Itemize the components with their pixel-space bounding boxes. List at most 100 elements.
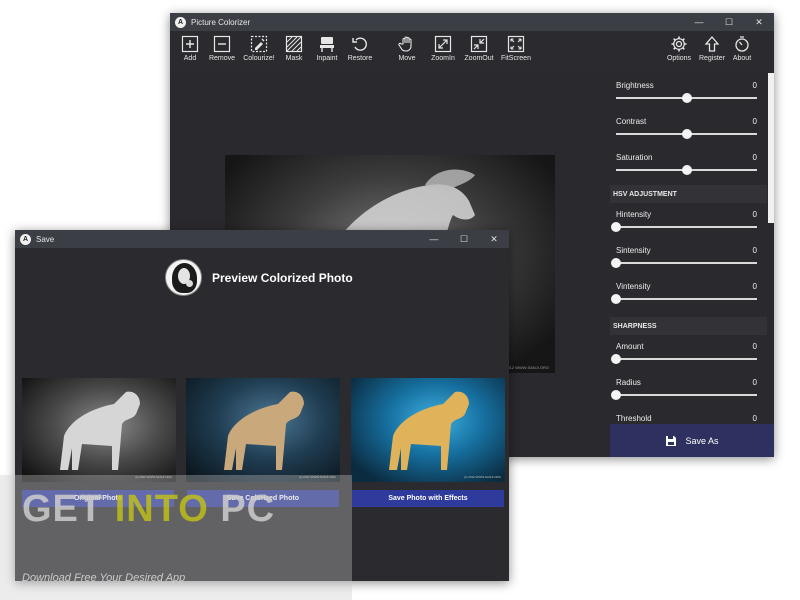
threshold-value: 0 [752, 414, 757, 423]
main-window-title: Picture Colorizer [191, 17, 251, 27]
toolbar: Add Remove Colourize! Mask Inpaint Resto… [170, 31, 774, 73]
vintensity-thumb[interactable] [611, 294, 621, 304]
mask-label: Mask [285, 55, 303, 62]
options-label: Options [666, 55, 692, 62]
brightness-slider[interactable]: Brightness 0 [616, 81, 757, 117]
panel-scrollbar[interactable] [768, 73, 774, 223]
save-maximize-button[interactable]: ☐ [449, 230, 479, 248]
horse-colorized-image [224, 391, 304, 470]
hintensity-track[interactable] [616, 226, 757, 228]
horse-effects-image [389, 391, 469, 470]
save-app-logo-icon: A [20, 233, 31, 245]
add-label: Add [183, 55, 197, 62]
sintensity-slider[interactable]: Sintensity 0 [611, 246, 757, 282]
maximize-button[interactable]: ☐ [714, 13, 744, 31]
colourize-button[interactable]: Colourize! [239, 35, 279, 62]
inpaint-label: Inpaint [316, 55, 338, 62]
hintensity-thumb[interactable] [611, 222, 621, 232]
watermark-tagline: Download Free Your Desired App [22, 572, 186, 584]
close-button[interactable]: ✕ [744, 13, 774, 31]
save-close-button[interactable]: ✕ [479, 230, 509, 248]
adjustment-panel: Brightness 0 Contrast 0 Saturation 0 HSV… [610, 73, 774, 457]
save-titlebar[interactable]: A Save — ☐ ✕ [15, 230, 509, 248]
remove-button[interactable]: Remove [202, 35, 242, 62]
colourize-label: Colourize! [243, 55, 275, 62]
amount-track[interactable] [616, 358, 757, 360]
fit-screen-button[interactable]: FitScreen [496, 35, 536, 62]
vintensity-label: Vintensity [616, 282, 651, 291]
sintensity-label: Sintensity [616, 246, 651, 255]
save-minimize-button[interactable]: — [419, 230, 449, 248]
threshold-label: Threshold [616, 414, 652, 423]
restore-label: Restore [347, 55, 373, 62]
about-icon [735, 36, 749, 52]
original-photo-thumbnail[interactable]: (c) 2012 WWW.SANJI.ORG [22, 378, 176, 482]
about-button[interactable]: About [722, 35, 762, 62]
saturation-thumb[interactable] [681, 165, 692, 175]
amount-label: Amount [616, 342, 644, 351]
preview-header: Preview Colorized Photo [165, 259, 353, 296]
thumbnail-caption: (c) 2012 WWW.SANJI.ORG [463, 475, 501, 479]
brightness-value: 0 [752, 81, 757, 90]
save-window-title: Save [36, 234, 55, 244]
contrast-slider[interactable]: Contrast 0 [616, 117, 757, 153]
vintensity-track[interactable] [616, 298, 757, 300]
colourize-icon [250, 35, 268, 53]
main-titlebar[interactable]: A Picture Colorizer — ☐ ✕ [170, 13, 774, 31]
sintensity-thumb[interactable] [611, 258, 621, 268]
save-photo-with-effects-button[interactable]: Save Photo with Effects [352, 490, 504, 507]
watermark-logo: GET INTO PC [22, 488, 275, 531]
amount-slider[interactable]: Amount 0 [611, 342, 757, 378]
restore-icon [352, 37, 367, 51]
sintensity-track[interactable] [616, 262, 757, 264]
avatar [165, 259, 202, 296]
hintensity-value: 0 [752, 210, 757, 219]
zoom-out-icon [470, 35, 488, 53]
fit-screen-icon [507, 35, 525, 53]
register-icon [704, 36, 720, 52]
minimize-button[interactable]: — [684, 13, 714, 31]
watermark-into: INTO [114, 488, 209, 530]
radius-slider[interactable]: Radius 0 [611, 378, 757, 414]
brightness-thumb[interactable] [681, 93, 692, 103]
saturation-label: Saturation [616, 153, 653, 162]
watermark-get: GET [22, 488, 115, 530]
vintensity-value: 0 [752, 282, 757, 291]
contrast-thumb[interactable] [681, 129, 692, 139]
radius-value: 0 [752, 378, 757, 387]
gear-icon [671, 36, 687, 52]
add-icon [181, 35, 199, 53]
preview-title: Preview Colorized Photo [212, 270, 353, 285]
save-as-button[interactable]: Save As [610, 424, 774, 457]
saturation-value: 0 [752, 153, 757, 162]
amount-thumb[interactable] [611, 354, 621, 364]
zoom-in-label: ZoomIn [431, 55, 455, 62]
radius-track[interactable] [616, 394, 757, 396]
contrast-label: Contrast [616, 117, 647, 126]
hintensity-slider[interactable]: Hintensity 0 [611, 210, 757, 246]
move-label: Move [398, 55, 416, 62]
inpaint-icon [320, 37, 334, 52]
hintensity-label: Hintensity [616, 210, 652, 219]
zoom-in-button[interactable]: ZoomIn [423, 35, 463, 62]
hsv-adjustment-header: HSV ADJUSTMENT [610, 185, 767, 203]
colorized-photo-thumbnail[interactable]: (c) 2012 WWW.SANJI.ORG [186, 378, 340, 482]
save-as-label: Save As [685, 435, 719, 446]
restore-button[interactable]: Restore [340, 35, 380, 62]
sintensity-value: 0 [752, 246, 757, 255]
remove-label: Remove [208, 55, 236, 62]
zoom-in-icon [434, 35, 452, 53]
app-logo-icon: A [175, 16, 186, 28]
move-button[interactable]: Move [387, 35, 427, 62]
saturation-slider[interactable]: Saturation 0 [616, 153, 757, 189]
radius-thumb[interactable] [611, 390, 621, 400]
vintensity-slider[interactable]: Vintensity 0 [611, 282, 757, 318]
contrast-value: 0 [752, 117, 757, 126]
horse-gray-image [60, 391, 140, 470]
hand-icon [398, 36, 412, 52]
effects-photo-thumbnail[interactable]: (c) 2012 WWW.SANJI.ORG [351, 378, 505, 482]
floppy-disk-icon [666, 435, 677, 446]
radius-label: Radius [616, 378, 641, 387]
zoom-out-button[interactable]: ZoomOut [459, 35, 499, 62]
fit-screen-label: FitScreen [501, 55, 531, 62]
